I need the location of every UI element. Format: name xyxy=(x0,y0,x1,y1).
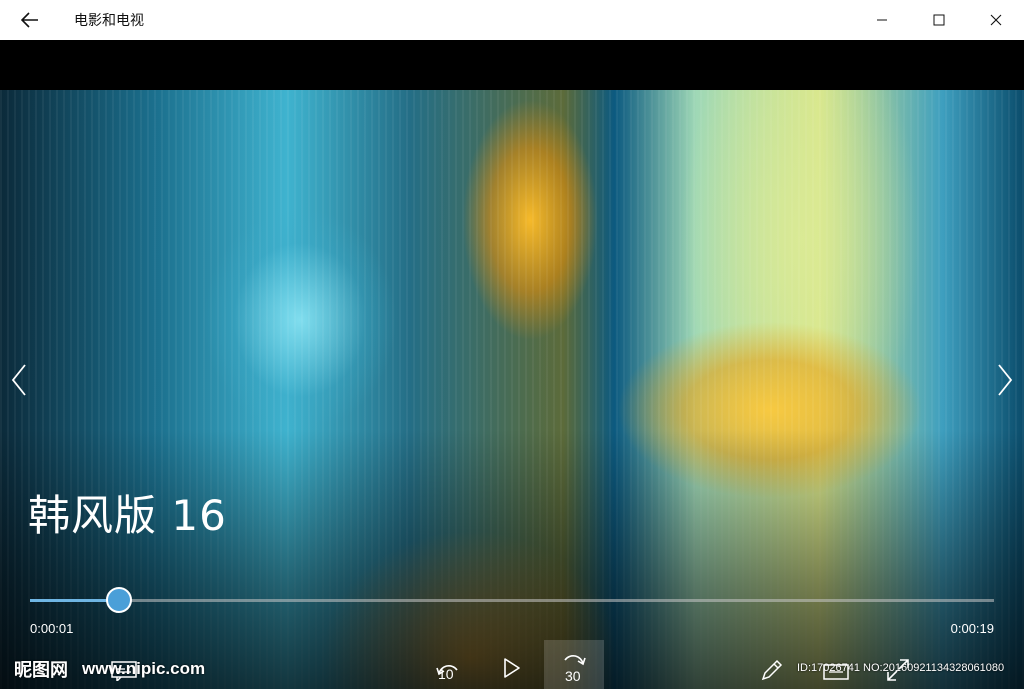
video-title: 韩风版 16 xyxy=(28,491,227,540)
seek-bar-thumb[interactable] xyxy=(105,587,132,613)
back-arrow-icon xyxy=(21,12,38,28)
skip-forward-label: 30 xyxy=(565,668,581,684)
video-surface[interactable]: 韩风版 16 0:00:01 0:00:19 昵图网 www.nipic.com… xyxy=(0,90,1024,689)
app-title: 电影和电视 xyxy=(74,13,144,29)
seek-bar[interactable] xyxy=(30,587,994,613)
next-button[interactable] xyxy=(990,360,1020,400)
letterbox-top xyxy=(0,40,1024,90)
skip-forward-30-icon xyxy=(564,654,586,665)
title-bar: 电影和电视 xyxy=(0,0,1024,40)
cast-icon xyxy=(823,663,849,680)
watermark-logo: 昵图网 xyxy=(14,660,68,681)
minimize-icon xyxy=(876,19,887,21)
maximize-button[interactable] xyxy=(910,0,967,40)
skip-back-button[interactable]: 10 xyxy=(426,646,470,689)
edit-button[interactable] xyxy=(752,650,792,689)
skip-forward-button[interactable]: 30 xyxy=(544,640,604,689)
fullscreen-icon xyxy=(887,658,909,681)
play-icon xyxy=(504,657,520,678)
cast-button[interactable] xyxy=(818,656,854,689)
subtitles-button[interactable] xyxy=(104,652,144,689)
subtitles-icon xyxy=(111,660,137,681)
chevron-left-icon xyxy=(11,364,26,396)
fullscreen-button[interactable] xyxy=(880,650,916,689)
pencil-icon xyxy=(761,659,783,680)
previous-button[interactable] xyxy=(4,360,34,400)
total-time: 0:00:19 xyxy=(950,621,994,636)
close-icon xyxy=(990,14,1001,26)
play-button[interactable] xyxy=(490,646,534,689)
window-controls xyxy=(853,0,1024,40)
current-time: 0:00:01 xyxy=(30,621,74,636)
skip-back-label: 10 xyxy=(438,666,454,682)
minimize-button[interactable] xyxy=(853,0,910,40)
close-button[interactable] xyxy=(967,0,1024,40)
back-button[interactable] xyxy=(0,0,60,40)
maximize-icon xyxy=(933,14,944,26)
chevron-right-icon xyxy=(998,364,1013,396)
